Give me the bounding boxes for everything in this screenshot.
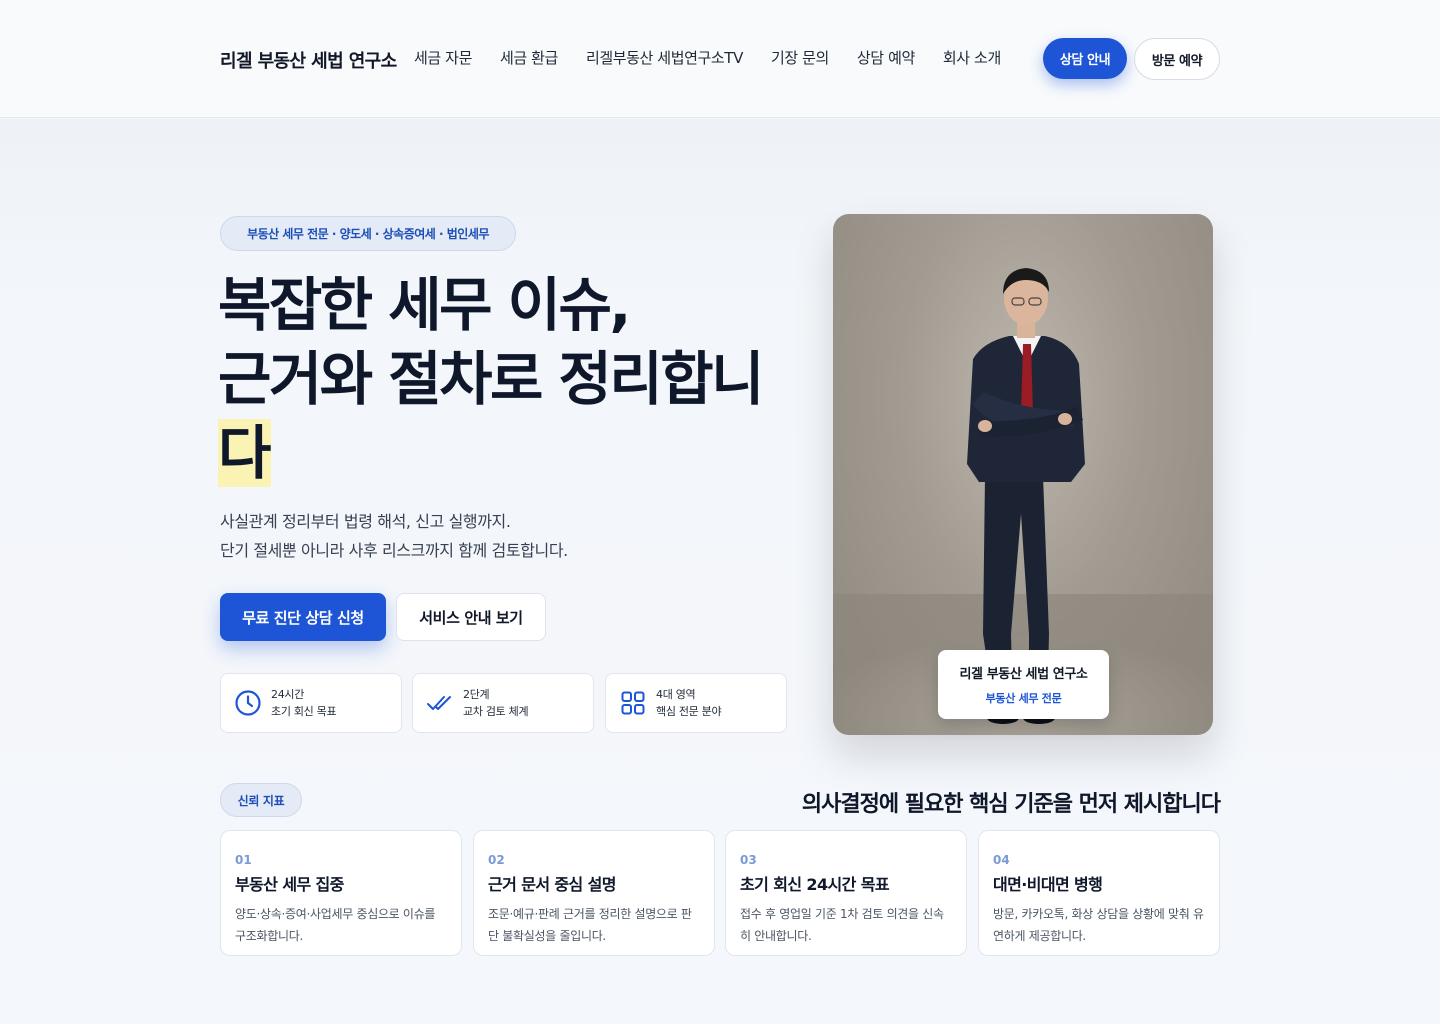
trust-card-1: 01 부동산 세무 집중 양도·상속·증여·사업세무 중심으로 이슈를 구조화합… bbox=[220, 830, 462, 956]
double-check-icon bbox=[425, 688, 455, 718]
trust-card-title: 초기 회신 24시간 목표 bbox=[740, 875, 890, 894]
stat-value: 24시간 bbox=[271, 688, 305, 701]
nav-item-tax-refund[interactable]: 세금 환급 bbox=[500, 47, 558, 68]
trust-card-2: 02 근거 문서 중심 설명 조문·예규·판례 근거를 정리한 설명으로 판단 … bbox=[473, 830, 715, 956]
main-nav: 세금 자문 세금 환급 리겔부동산 세법연구소TV 기장 문의 상담 예약 회사… bbox=[414, 47, 1001, 68]
trust-card-number: 03 bbox=[740, 853, 757, 867]
photo-caption-card: 리겔 부동산 세법 연구소 부동산 세무 전문 bbox=[938, 650, 1109, 719]
stat-value: 2단계 bbox=[463, 688, 490, 701]
stat-label: 교차 검토 체계 bbox=[463, 705, 529, 718]
brand-logo-text[interactable]: 리겔 부동산 세법 연구소 bbox=[220, 47, 397, 73]
hero-background bbox=[0, 119, 1440, 1024]
trust-card-title: 부동산 세무 집중 bbox=[235, 875, 344, 894]
trust-card-number: 04 bbox=[993, 853, 1010, 867]
trust-card-description: 접수 후 영업일 기준 1차 검토 의견을 신속히 안내합니다. bbox=[740, 907, 944, 943]
stat-card-review: 2단계 교차 검토 체계 bbox=[412, 673, 594, 733]
hero-title: 복잡한 세무 이슈, 근거와 절차로 정리합니 다 bbox=[218, 268, 798, 490]
trust-card-title: 근거 문서 중심 설명 bbox=[488, 875, 616, 894]
service-info-button[interactable]: 서비스 안내 보기 bbox=[396, 593, 546, 641]
trust-card-3: 03 초기 회신 24시간 목표 접수 후 영업일 기준 1차 검토 의견을 신… bbox=[725, 830, 967, 956]
grid-icon bbox=[618, 688, 648, 718]
hero-title-line-2: 근거와 절차로 정리합니 bbox=[218, 345, 765, 413]
trust-card-title: 대면·비대면 병행 bbox=[993, 875, 1103, 894]
hero-desc-line-1: 사실관계 정리부터 법령 해석, 신고 실행까지. bbox=[220, 512, 511, 531]
hero-desc-line-2: 단기 절세뿐 아니라 사후 리스크까지 함께 검토합니다. bbox=[220, 541, 568, 560]
hero-tag-pill: 부동산 세무 전문 · 양도세 · 상속증여세 · 법인세무 bbox=[220, 216, 516, 251]
nav-item-about[interactable]: 회사 소개 bbox=[943, 47, 1001, 68]
hero-title-line-3: 다 bbox=[218, 419, 271, 487]
trust-card-4: 04 대면·비대면 병행 방문, 카카오톡, 화상 상담을 상황에 맞춰 유연하… bbox=[978, 830, 1220, 956]
nav-item-tv[interactable]: 리겔부동산 세법연구소TV bbox=[586, 47, 743, 68]
trust-card-description: 조문·예규·판례 근거를 정리한 설명으로 판단 불확실성을 줄입니다. bbox=[488, 907, 692, 943]
trust-card-number: 01 bbox=[235, 853, 252, 867]
nav-item-bookkeeping[interactable]: 기장 문의 bbox=[771, 47, 829, 68]
clock-icon bbox=[233, 688, 263, 718]
site-header: 리겔 부동산 세법 연구소 세금 자문 세금 환급 리겔부동산 세법연구소TV … bbox=[0, 0, 1440, 118]
trust-card-description: 양도·상속·증여·사업세무 중심으로 이슈를 구조화합니다. bbox=[235, 907, 436, 943]
hero-title-line-1: 복잡한 세무 이슈, bbox=[218, 271, 631, 339]
stat-label: 핵심 전문 분야 bbox=[656, 705, 722, 718]
stat-label: 초기 회신 목표 bbox=[271, 705, 337, 718]
photo-caption-title: 리겔 부동산 세법 연구소 bbox=[959, 667, 1088, 682]
trust-section-heading: 의사결정에 필요한 핵심 기준을 먼저 제시합니다 bbox=[801, 792, 1221, 817]
trust-card-number: 02 bbox=[488, 853, 505, 867]
visit-reservation-button[interactable]: 방문 예약 bbox=[1134, 38, 1220, 80]
nav-item-reservation[interactable]: 상담 예약 bbox=[857, 47, 915, 68]
photo-caption-subtitle: 부동산 세무 전문 bbox=[985, 692, 1062, 705]
nav-item-tax-advice[interactable]: 세금 자문 bbox=[414, 47, 472, 68]
stat-card-areas: 4대 영역 핵심 전문 분야 bbox=[605, 673, 787, 733]
stat-card-response: 24시간 초기 회신 목표 bbox=[220, 673, 402, 733]
free-consult-button[interactable]: 무료 진단 상담 신청 bbox=[220, 593, 386, 641]
trust-card-description: 방문, 카카오톡, 화상 상담을 상황에 맞춰 유연하게 제공합니다. bbox=[993, 907, 1204, 943]
trust-section-pill: 신뢰 지표 bbox=[220, 783, 302, 817]
consult-info-button[interactable]: 상담 안내 bbox=[1043, 38, 1127, 79]
hero-description: 사실관계 정리부터 법령 해석, 신고 실행까지. 단기 절세뿐 아니라 사후 … bbox=[220, 507, 780, 565]
stat-value: 4대 영역 bbox=[656, 688, 696, 701]
